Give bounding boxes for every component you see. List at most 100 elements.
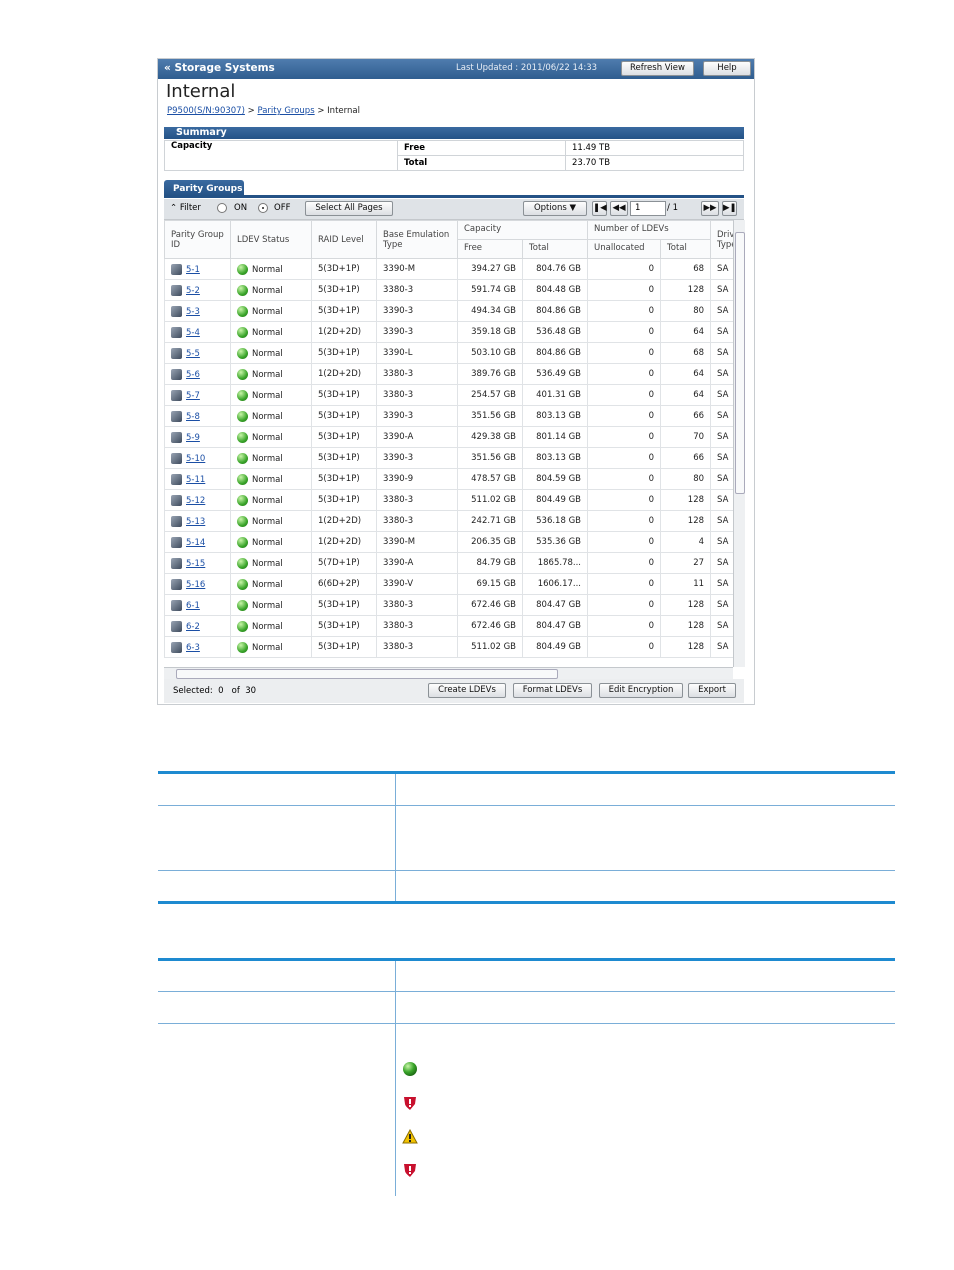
table-row[interactable]: 5-1 Normal 5(3D+1P) 3390-M 394.27 GB 804.76 G… [164,258,733,280]
parity-group-link[interactable]: 5-15 [186,559,205,569]
emulation-type-cell: 3380-3 [376,510,458,532]
storage-systems-link[interactable]: « Storage Systems [164,62,275,74]
filter-off-label: OFF [274,203,291,213]
parity-group-link[interactable]: 6-3 [186,643,200,653]
parity-group-link[interactable]: 5-10 [186,454,205,464]
capacity-free-cell: 394.27 GB [457,258,523,280]
status-normal-icon [237,452,248,464]
table-row[interactable]: 5-2 Normal 5(3D+1P) 3380-3 591.74 GB 804.48 G… [164,279,733,301]
parity-groups-table: Parity Group ID LDEV Status RAID Level B… [164,220,733,667]
ldev-status-cell: Normal [230,468,312,490]
filter-off-radio[interactable] [258,203,268,213]
status-text: Normal [252,348,283,359]
col-drive-type[interactable]: Drive Type [710,220,733,259]
table-row[interactable]: 6-2 Normal 5(3D+1P) 3380-3 672.46 GB 804.47 G… [164,615,733,637]
vertical-scrollbar[interactable] [733,220,745,667]
table-row[interactable]: 6-1 Normal 5(3D+1P) 3380-3 672.46 GB 804.47 G… [164,594,733,616]
raid-level-cell: 5(3D+1P) [311,594,377,616]
table-row[interactable]: 6-3 Normal 5(3D+1P) 3380-3 511.02 GB 804.49 G… [164,636,733,658]
format-ldevs-button[interactable]: Format LDEVs [513,683,592,698]
drive-type-cell: SA [710,321,733,343]
col-emulation-type[interactable]: Base Emulation Type [376,220,458,259]
breadcrumb-storage-system[interactable]: P9500(S/N:90307) [167,106,245,116]
capacity-free-cell: 351.56 GB [457,405,523,427]
parity-group-link[interactable]: 5-1 [186,265,200,275]
filter-toggle[interactable]: ⌃ Filter [170,203,201,213]
last-page-button[interactable]: ▶❚ [722,201,737,216]
parity-group-link[interactable]: 5-14 [186,538,205,548]
horizontal-scrollbar[interactable] [164,667,733,679]
col-parity-group-id[interactable]: Parity Group ID [164,220,231,259]
col-unallocated[interactable]: Unallocated [587,239,661,259]
table-row[interactable]: 5-15 Normal 5(7D+1P) 3390-A 84.79 GB 1865.78.… [164,552,733,574]
col-raid-level[interactable]: RAID Level [311,220,377,259]
parity-group-link[interactable]: 6-1 [186,601,200,611]
ldev-status-cell: Normal [230,531,312,553]
col-ldev-total[interactable]: Total [659,239,712,259]
capacity-total-cell: 804.86 GB [522,300,588,322]
filter-on-radio[interactable] [217,203,227,213]
tab-parity-groups[interactable]: Parity Groups [164,180,244,196]
parity-group-link[interactable]: 6-2 [186,622,200,632]
unallocated-cell: 0 [587,573,661,595]
parity-group-link[interactable]: 5-2 [186,286,200,296]
parity-group-id-cell: 5-12 [164,489,231,511]
edit-encryption-button[interactable]: Edit Encryption [599,683,683,698]
table-row[interactable]: 5-16 Normal 6(6D+2P) 3390-V 69.15 GB 1606.17.… [164,573,733,595]
create-ldevs-button[interactable]: Create LDEVs [428,683,506,698]
parity-group-link[interactable]: 5-16 [186,580,205,590]
breadcrumb-parity-groups[interactable]: Parity Groups [257,106,314,116]
summary-title: Summary [176,127,227,138]
refresh-view-button[interactable]: Refresh View [621,61,694,76]
select-all-pages-button[interactable]: Select All Pages [305,201,393,216]
page-number-input[interactable]: 1 [630,201,666,216]
parity-group-icon [171,410,182,422]
emulation-type-cell: 3390-V [376,573,458,595]
parity-group-id-cell: 6-1 [164,594,231,616]
capacity-free-cell: 672.46 GB [457,594,523,616]
col-capacity-free[interactable]: Free [457,239,523,259]
unallocated-cell: 0 [587,447,661,469]
next-page-button[interactable]: ▶▶ [701,201,719,216]
table-row[interactable]: 5-10 Normal 5(3D+1P) 3390-3 351.56 GB 803.13 … [164,447,733,469]
parity-group-link[interactable]: 5-8 [186,412,200,422]
col-capacity-total[interactable]: Total [522,239,588,259]
options-dropdown[interactable]: Options ▼ [523,201,587,216]
summary-header[interactable]: ⌃ Summary [164,127,744,139]
ldev-status-cell: Normal [230,636,312,658]
table-row[interactable]: 5-13 Normal 1(2D+2D) 3380-3 242.71 GB 536.18 … [164,510,733,532]
table-row[interactable]: 5-6 Normal 1(2D+2D) 3380-3 389.76 GB 536.49 G… [164,363,733,385]
emulation-type-cell: 3380-3 [376,615,458,637]
parity-group-link[interactable]: 5-12 [186,496,205,506]
parity-group-link[interactable]: 5-5 [186,349,200,359]
help-button[interactable]: Help [703,61,751,76]
parity-group-link[interactable]: 5-11 [186,475,205,485]
col-ldev-status[interactable]: LDEV Status [230,220,312,259]
parity-group-link[interactable]: 5-6 [186,370,200,380]
table-row[interactable]: 5-4 Normal 1(2D+2D) 3390-3 359.18 GB 536.48 G… [164,321,733,343]
parity-group-id-cell: 5-1 [164,258,231,280]
table-row[interactable]: 5-7 Normal 5(3D+1P) 3380-3 254.57 GB 401.31 G… [164,384,733,406]
drive-type-cell: SA [710,615,733,637]
unallocated-cell: 0 [587,426,661,448]
parity-group-link[interactable]: 5-3 [186,307,200,317]
table-row[interactable]: 5-14 Normal 1(2D+2D) 3390-M 206.35 GB 535.36 … [164,531,733,553]
first-page-button[interactable]: ❚◀ [592,201,607,216]
scrollbar-thumb[interactable] [735,232,745,494]
table-row[interactable]: 5-11 Normal 5(3D+1P) 3390-9 478.57 GB 804.59 … [164,468,733,490]
ldev-total-cell: 80 [659,300,712,322]
table-row[interactable]: 5-5 Normal 5(3D+1P) 3390-L 503.10 GB 804.86 G… [164,342,733,364]
table-row[interactable]: 5-3 Normal 5(3D+1P) 3390-3 494.34 GB 804.86 G… [164,300,733,322]
previous-page-button[interactable]: ◀◀ [610,201,628,216]
table-row[interactable]: 5-9 Normal 5(3D+1P) 3390-A 429.38 GB 801.14 G… [164,426,733,448]
table-row[interactable]: 5-8 Normal 5(3D+1P) 3390-3 351.56 GB 803.13 G… [164,405,733,427]
parity-group-link[interactable]: 5-9 [186,433,200,443]
table-row[interactable]: 5-12 Normal 5(3D+1P) 3380-3 511.02 GB 804.49 … [164,489,733,511]
drive-type-cell: SA [710,552,733,574]
ldev-total-cell: 4 [659,531,712,553]
export-button[interactable]: Export [688,683,736,698]
parity-group-link[interactable]: 5-4 [186,328,200,338]
scrollbar-thumb[interactable] [176,669,558,679]
parity-group-link[interactable]: 5-7 [186,391,200,401]
parity-group-link[interactable]: 5-13 [186,517,205,527]
